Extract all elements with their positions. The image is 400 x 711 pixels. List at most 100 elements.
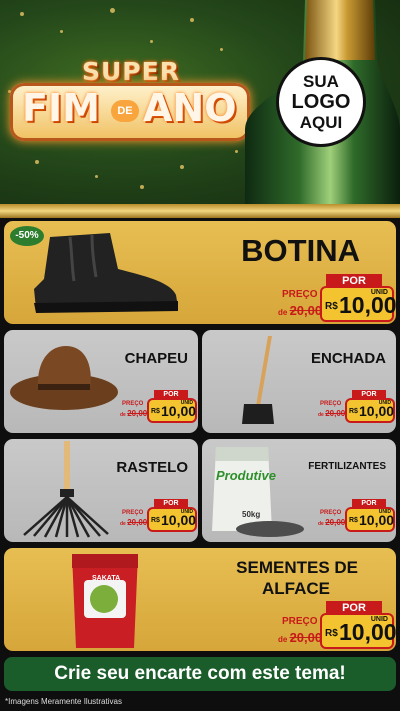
hat-image	[10, 346, 118, 410]
product-name-line-1: SEMENTES DE	[236, 558, 358, 577]
price-old-value: 20,00	[127, 518, 148, 527]
price-tag: POR PREÇO de 20,00 R$ 10,00 UNID	[118, 388, 198, 422]
logo-line-3: AQUI	[299, 113, 343, 132]
price-tag: POR PREÇO de 20,00 R$ 10,00 UNID	[316, 388, 396, 422]
price-preco-label: PREÇO	[320, 510, 342, 516]
price-old-value: 20,00	[325, 518, 346, 527]
price-old-prefix: de	[278, 308, 288, 317]
price-tag: POR PREÇO de 20,00 R$ 10,00 UNID	[276, 271, 396, 323]
seed-packet-image	[72, 554, 138, 648]
product-card-chapeu: CHAPEU POR PREÇO de 20,00 R$ 10,00 UNID	[4, 330, 198, 433]
price-por-label: POR	[352, 390, 386, 400]
price-new-box: R$ 10,00 UNID	[149, 400, 196, 421]
price-new-box: R$ 10,00 UNID	[322, 288, 396, 320]
price-currency: R$	[349, 517, 358, 524]
price-new-box: R$ 10,00 UNID	[322, 615, 396, 647]
hoe-image	[242, 336, 274, 424]
price-new-box: R$ 10,00 UNID	[347, 509, 394, 530]
header-banner: SUPER FIM DE ANO SUA LOGO AQUI	[0, 0, 400, 210]
product-card-rastelo: RASTELO POR PREÇO de 20,00 R$ 10,00 UNID	[4, 439, 198, 542]
price-unit: UNID	[378, 509, 391, 515]
price-preco-label: PREÇO	[320, 401, 342, 407]
price-old: de 20,00	[278, 630, 322, 645]
confetti-decoration	[190, 18, 194, 22]
price-unit: UNID	[370, 289, 388, 296]
price-new-box: R$ 10,00 UNID	[149, 509, 196, 530]
price-old-value: 20,00	[289, 303, 323, 318]
price-old-prefix: de	[278, 635, 288, 644]
price-por-label: POR	[154, 390, 188, 400]
price-preco-label: PREÇO	[282, 616, 318, 627]
price-old: de 20,00	[278, 303, 322, 318]
product-name: CHAPEU	[124, 350, 188, 367]
price-unit: UNID	[370, 616, 388, 623]
confetti-decoration	[150, 40, 153, 43]
price-currency: R$	[151, 408, 160, 415]
price-currency: R$	[349, 408, 358, 415]
packet-brand-label: SAKATA	[92, 575, 121, 582]
title-plaque: FIM DE ANO	[10, 83, 250, 141]
product-name: BOTINA	[241, 233, 360, 268]
price-preco-label: PREÇO	[122, 401, 144, 407]
price-old-prefix: de	[318, 521, 324, 527]
price-old-value: 20,00	[289, 630, 323, 645]
product-name: FERTILIZANTES	[308, 461, 386, 472]
super-fim-de-ano-title: SUPER FIM DE ANO	[10, 55, 255, 145]
title-super: SUPER	[82, 57, 180, 86]
product-card-enchada: ENCHADA POR PREÇO de 20,00 R$ 10,00 UNID	[202, 330, 396, 433]
product-name-line-2: ALFACE	[262, 579, 330, 598]
price-por-label: POR	[352, 499, 386, 509]
price-por-label: POR	[326, 601, 382, 615]
price-preco-label: PREÇO	[122, 510, 144, 516]
confetti-decoration	[60, 30, 63, 33]
cta-banner[interactable]: Crie seu encarte com este tema!	[4, 657, 396, 691]
product-card-botina: -50% BOTINA POR PREÇO de 20,00 R$ 10,00 …	[4, 221, 396, 324]
price-tag: POR PREÇO de 20,00 R$ 10,00 UNID	[118, 497, 198, 531]
rake-image	[23, 441, 109, 538]
confetti-decoration	[110, 8, 115, 13]
price-value: 10,00	[339, 619, 396, 645]
confetti-decoration	[235, 150, 238, 153]
price-tag: POR PREÇO de 20,00 R$ 10,00 UNID	[276, 598, 396, 650]
price-old-prefix: de	[318, 412, 324, 418]
price-por-label: POR	[154, 499, 188, 509]
title-ano: ANO	[143, 86, 237, 130]
product-name: ENCHADA	[311, 350, 386, 367]
confetti-decoration	[95, 175, 98, 178]
confetti-decoration	[140, 185, 144, 189]
price-old: de 20,00	[120, 409, 147, 418]
logo-line-2: LOGO	[291, 91, 351, 113]
logo-placeholder: SUA LOGO AQUI	[276, 57, 366, 147]
price-tag: POR PREÇO de 20,00 R$ 10,00 UNID	[316, 497, 396, 531]
confetti-decoration	[20, 12, 24, 16]
price-old: de 20,00	[120, 518, 147, 527]
bag-weight-label: 50kg	[242, 510, 261, 519]
price-por-label: POR	[326, 274, 382, 288]
product-card-fertilizantes: Produtive 50kg FERTILIZANTES POR PREÇO d…	[202, 439, 396, 542]
price-unit: UNID	[180, 509, 193, 515]
confetti-decoration	[220, 48, 223, 51]
price-old: de 20,00	[318, 518, 345, 527]
price-old: de 20,00	[318, 409, 345, 418]
price-currency: R$	[325, 301, 338, 312]
price-currency: R$	[325, 628, 338, 639]
price-old-value: 20,00	[325, 409, 346, 418]
price-currency: R$	[151, 517, 160, 524]
gold-divider	[0, 204, 400, 218]
boot-image	[34, 233, 178, 313]
price-unit: UNID	[378, 400, 391, 406]
confetti-decoration	[180, 165, 184, 169]
fertilizer-bag-image	[212, 447, 304, 537]
product-card-sementes: SAKATA SEMENTES DE ALFACE POR PREÇO de 2…	[4, 548, 396, 651]
logo-line-1: SUA	[303, 72, 339, 91]
price-old-value: 20,00	[127, 409, 148, 418]
bag-brand-label: Produtive	[216, 468, 276, 483]
price-value: 10,00	[339, 292, 396, 318]
price-unit: UNID	[180, 400, 193, 406]
title-de: DE	[111, 100, 139, 122]
price-preco-label: PREÇO	[282, 289, 318, 300]
footnote: *Imagens Meramente Ilustrativas	[5, 697, 122, 706]
product-name: RASTELO	[116, 459, 188, 476]
price-old-prefix: de	[120, 521, 126, 527]
confetti-decoration	[35, 160, 39, 164]
